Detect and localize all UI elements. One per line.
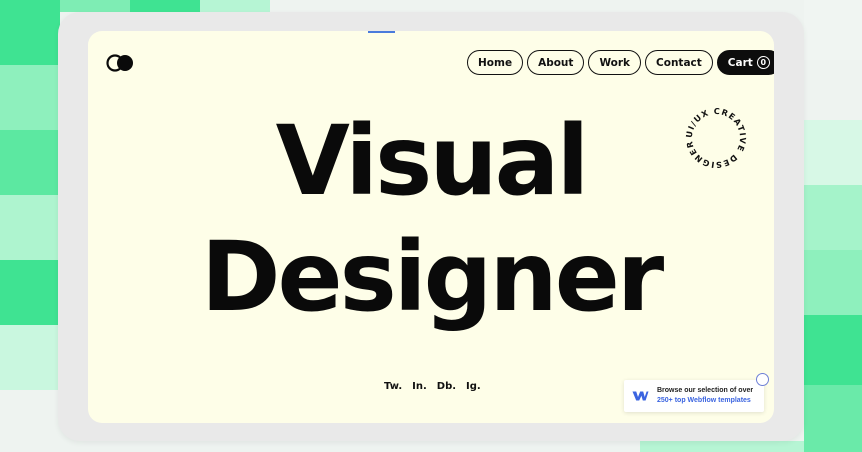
cart-count-badge: 0 xyxy=(756,56,770,69)
nav-home-button[interactable]: Home xyxy=(467,50,524,75)
social-links: Tw. In. Db. Ig. xyxy=(384,381,481,392)
webflow-icon xyxy=(632,391,649,401)
top-accent-line xyxy=(368,31,395,33)
nav-work-button[interactable]: Work xyxy=(588,50,642,75)
nav-contact-button[interactable]: Contact xyxy=(645,50,713,75)
hero-title-line1: Visual xyxy=(275,105,590,217)
website-preview: Home About Work Contact Cart 0 UI/UX CRE… xyxy=(88,31,774,423)
promo-line2[interactable]: 250+ top Webflow templates xyxy=(657,396,753,406)
promo-line1: Browse our selection of over xyxy=(657,387,754,394)
promo-close-button[interactable] xyxy=(756,373,769,386)
social-link-dribbble[interactable]: Db. xyxy=(437,381,456,392)
cart-label: Cart xyxy=(727,56,753,69)
social-link-instagram[interactable]: Ig. xyxy=(466,381,481,392)
logo-icon[interactable] xyxy=(106,54,136,72)
social-link-linkedin[interactable]: In. xyxy=(412,381,427,392)
social-link-twitter[interactable]: Tw. xyxy=(384,381,402,392)
webflow-promo-banner[interactable]: Browse our selection of over 250+ top We… xyxy=(624,380,764,412)
hero-title-line2: Designer xyxy=(200,221,664,333)
nav-about-button[interactable]: About xyxy=(527,50,585,75)
main-nav: Home About Work Contact Cart 0 xyxy=(467,50,774,75)
cart-button[interactable]: Cart 0 xyxy=(716,50,774,75)
